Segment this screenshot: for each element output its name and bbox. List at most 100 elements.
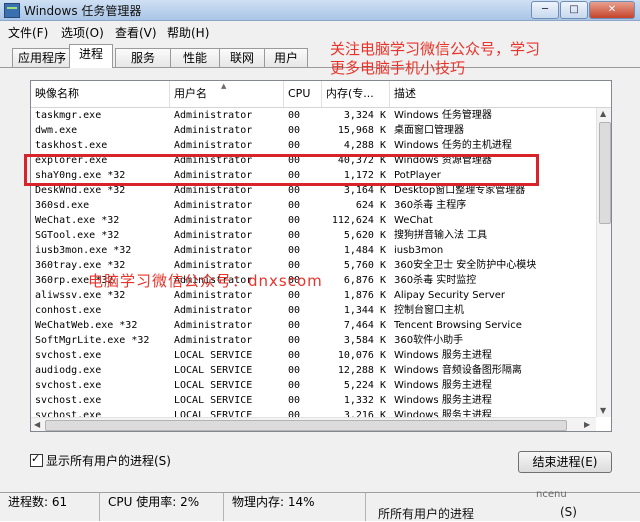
process-user: LOCAL SERVICE: [174, 365, 253, 376]
process-cpu: 00: [288, 125, 301, 136]
scroll-right-icon[interactable]: ▶: [584, 420, 590, 429]
tab-networking[interactable]: 联网: [219, 48, 265, 67]
process-row[interactable]: WeChatWeb.exe *32 Administrator 00 7,464 K T…: [31, 318, 596, 333]
menu-help[interactable]: 帮助(H): [167, 24, 209, 41]
process-description: 控制台窗口主机: [394, 305, 464, 316]
col-user-name[interactable]: 用户名: [170, 81, 284, 107]
col-memory[interactable]: 内存(专...: [322, 81, 390, 107]
process-name: audiodg.exe: [35, 365, 102, 376]
end-process-button[interactable]: 结束进程(E): [518, 451, 612, 473]
process-memory: 1,344 K: [343, 305, 386, 316]
process-row[interactable]: svchost.exe LOCAL SERVICE 00 1,332 K Windows…: [31, 393, 596, 408]
status-memory: 物理内存: 14%: [224, 493, 366, 521]
process-row[interactable]: audiodg.exe LOCAL SERVICE 00 12,288 K Window…: [31, 363, 596, 378]
process-memory: 624 K: [355, 200, 386, 211]
process-user: Administrator: [174, 335, 253, 346]
menu-options[interactable]: 选项(O): [61, 24, 104, 41]
vertical-scrollbar[interactable]: ▲ ▼: [596, 108, 611, 417]
vertical-scroll-thumb[interactable]: [599, 122, 611, 224]
tab-users[interactable]: 用户: [264, 48, 308, 67]
process-memory: 12,288 K: [337, 365, 386, 376]
tab-services[interactable]: 服务: [115, 48, 171, 67]
maximize-button[interactable]: □: [560, 1, 588, 19]
process-cpu: 00: [288, 110, 301, 121]
close-button[interactable]: ✕: [589, 1, 635, 19]
process-name: SGTool.exe *32: [35, 230, 120, 241]
process-row[interactable]: iusb3mon.exe *32 Administrator 00 1,484 K iu…: [31, 243, 596, 258]
checkbox-box[interactable]: [30, 452, 43, 467]
process-user: Administrator: [174, 230, 253, 241]
process-description: Windows 音频设备图形隔离: [394, 365, 522, 376]
process-memory: 10,076 K: [337, 350, 386, 361]
process-memory: 4,288 K: [343, 140, 386, 151]
process-description: 360软件小助手: [394, 335, 464, 346]
col-description[interactable]: 描述: [390, 81, 596, 107]
watermark-top-line2: 更多电脑手机小技巧: [330, 59, 466, 77]
process-name: conhost.exe: [35, 305, 102, 316]
process-memory: 1,484 K: [343, 245, 386, 256]
process-cpu: 00: [288, 230, 301, 241]
process-cpu: 00: [288, 350, 301, 361]
col-image-name[interactable]: 映像名称: [31, 81, 170, 107]
process-user: Administrator: [174, 200, 253, 211]
process-cpu: 00: [288, 395, 301, 406]
process-row[interactable]: taskhost.exe Administrator 00 4,288 K Window…: [31, 138, 596, 153]
process-list[interactable]: 映像名称 用户名 ▲ CPU 内存(专... 描述 taskmgr.exe Adm…: [30, 80, 612, 432]
scroll-down-icon[interactable]: ▼: [600, 406, 606, 415]
process-row[interactable]: conhost.exe Administrator 00 1,344 K 控制台窗口主机: [31, 303, 596, 318]
process-row[interactable]: 360sd.exe Administrator 00 624 K 360杀毒 主程序: [31, 198, 596, 213]
process-name: dwm.exe: [35, 125, 78, 136]
process-row[interactable]: dwm.exe Administrator 00 15,968 K 桌面窗口管理器: [31, 123, 596, 138]
process-cpu: 00: [288, 245, 301, 256]
ghost-text-c: (S): [560, 505, 577, 519]
process-description: WeChat: [394, 215, 433, 226]
minimize-button[interactable]: ─: [531, 1, 559, 19]
process-name: taskmgr.exe: [35, 110, 102, 121]
process-name: svchost.exe: [35, 395, 102, 406]
status-cpu-usage: CPU 使用率: 2%: [100, 493, 224, 521]
column-header-row: 映像名称 用户名 ▲ CPU 内存(专... 描述: [31, 81, 611, 108]
tab-processes[interactable]: 进程: [69, 44, 113, 68]
process-row[interactable]: svchost.exe LOCAL SERVICE 00 5,224 K Windows…: [31, 378, 596, 393]
process-cpu: 00: [288, 335, 301, 346]
process-cpu: 00: [288, 215, 301, 226]
process-memory: 5,224 K: [343, 380, 386, 391]
process-row[interactable]: svchost.exe LOCAL SERVICE 00 10,076 K Window…: [31, 348, 596, 363]
menu-file[interactable]: 文件(F): [8, 24, 48, 41]
sort-up-icon: ▲: [221, 82, 227, 90]
process-row[interactable]: WeChat.exe *32 Administrator 00 112,624 K We…: [31, 213, 596, 228]
process-name: WeChatWeb.exe *32: [35, 320, 138, 331]
process-name: svchost.exe: [35, 380, 102, 391]
window-title: Windows 任务管理器: [24, 4, 142, 18]
process-cpu: 00: [288, 200, 301, 211]
process-memory: 3,324 K: [343, 110, 386, 121]
process-row[interactable]: SGTool.exe *32 Administrator 00 5,620 K 搜狗拼音…: [31, 228, 596, 243]
process-user: Administrator: [174, 320, 253, 331]
process-row[interactable]: taskmgr.exe Administrator 00 3,324 K Windows…: [31, 108, 596, 123]
process-description: Windows 服务主进程: [394, 350, 492, 361]
tab-applications[interactable]: 应用程序: [12, 48, 72, 67]
process-description: Windows 服务主进程: [394, 380, 492, 391]
horizontal-scroll-thumb[interactable]: [45, 420, 567, 431]
col-cpu[interactable]: CPU: [284, 81, 322, 107]
process-user: LOCAL SERVICE: [174, 350, 253, 361]
process-cpu: 00: [288, 365, 301, 376]
watermark-top-line1: 关注电脑学习微信公众号，学习: [330, 40, 541, 58]
scroll-up-icon[interactable]: ▲: [600, 109, 606, 118]
process-description: 搜狗拼音输入法 工具: [394, 230, 488, 241]
process-user: Administrator: [174, 215, 253, 226]
status-process-count: 进程数: 61: [0, 493, 100, 521]
horizontal-scrollbar[interactable]: ◀ ▶: [31, 417, 596, 431]
show-all-users-checkbox[interactable]: 显示所有用户的进程(S): [30, 452, 171, 469]
process-name: svchost.exe: [35, 350, 102, 361]
tab-performance[interactable]: 性能: [170, 48, 220, 67]
scroll-left-icon[interactable]: ◀: [34, 420, 40, 429]
process-name: SoftMgrLite.exe *32: [35, 335, 150, 346]
menu-view[interactable]: 查看(V): [115, 24, 157, 41]
process-memory: 6,876 K: [343, 275, 386, 286]
process-row[interactable]: SoftMgrLite.exe *32 Administrator 00 3,584 …: [31, 333, 596, 348]
process-description: 桌面窗口管理器: [394, 125, 464, 136]
process-memory: 1,876 K: [343, 290, 386, 301]
process-memory: 1,332 K: [343, 395, 386, 406]
process-memory: 15,968 K: [337, 125, 386, 136]
